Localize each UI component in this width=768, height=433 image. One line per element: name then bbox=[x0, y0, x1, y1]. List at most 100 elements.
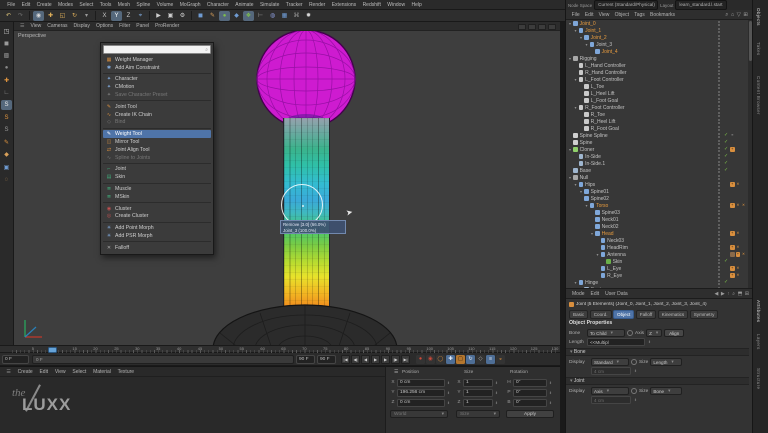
rotate-icon[interactable]: ↻ bbox=[69, 11, 80, 21]
xp-tag-icon[interactable]: + bbox=[730, 266, 735, 271]
view-options-icon[interactable] bbox=[548, 24, 556, 30]
goto-end-button[interactable]: ▶| bbox=[401, 355, 410, 364]
document-end-field[interactable]: 90 F bbox=[317, 355, 336, 364]
bone-display-dropdown[interactable]: Standard▾ bbox=[591, 358, 629, 366]
enabled-check-icon[interactable]: ✓ bbox=[724, 167, 728, 174]
am-lock-icon[interactable]: ⬒ bbox=[738, 291, 743, 297]
enabled-check-icon[interactable]: ✓ bbox=[724, 258, 728, 265]
mograph-icon[interactable]: ❖ bbox=[243, 11, 254, 21]
range-end-field[interactable]: 90 F bbox=[296, 355, 315, 364]
om-home-icon[interactable]: ⌂ bbox=[731, 12, 734, 19]
prev-frame-button[interactable]: ◀ bbox=[361, 355, 370, 364]
last-tool-icon[interactable]: ▾ bbox=[81, 11, 92, 21]
bone-dropdown[interactable]: To Child▾ bbox=[587, 329, 625, 337]
rotation-h-field[interactable]: 0° bbox=[513, 379, 547, 387]
undo-icon[interactable]: ↶ bbox=[3, 11, 14, 21]
x-tag-icon[interactable]: ✕ bbox=[736, 273, 741, 278]
position-x-field[interactable]: 0 cm bbox=[397, 379, 445, 387]
menu-simulate[interactable]: Simulate bbox=[257, 0, 283, 10]
x-tag-icon[interactable]: ✕ bbox=[736, 266, 741, 271]
tree-row-rigging[interactable]: ▾Rigging bbox=[566, 55, 749, 62]
am-up-icon[interactable]: ↑ bbox=[727, 291, 730, 297]
current-frame-field[interactable]: 0 F bbox=[2, 355, 29, 364]
stepper-icon[interactable]: ⬍ bbox=[447, 391, 450, 395]
timeline-ruler[interactable]: 5101520253035404550556065707580859095100… bbox=[0, 345, 560, 353]
expand-arrow-icon[interactable]: ▾ bbox=[575, 28, 579, 33]
side-tab-objects[interactable]: Objects bbox=[756, 8, 761, 26]
expand-arrow-icon[interactable]: ▾ bbox=[586, 203, 590, 208]
mesh-icon[interactable]: ▣ bbox=[1, 162, 12, 172]
menu-item-bind[interactable]: ◇Bind bbox=[103, 119, 211, 127]
menu-help[interactable]: Help bbox=[408, 0, 425, 10]
viewport-menu-view[interactable]: View bbox=[27, 23, 44, 29]
om-search-icon[interactable]: ⌕ bbox=[725, 12, 728, 19]
polygons-mode-icon[interactable]: S bbox=[1, 125, 12, 135]
xp-tag-icon[interactable]: + bbox=[730, 245, 735, 250]
om-menu-tags[interactable]: Tags bbox=[632, 12, 648, 18]
tree-row-r-heel-lift[interactable]: R_Heel Lift bbox=[566, 118, 749, 125]
bone-display-lock-icon[interactable] bbox=[631, 359, 637, 365]
preview-range-slider[interactable]: 0 F bbox=[32, 355, 294, 364]
tree-row-neck03[interactable]: Neck03 bbox=[566, 237, 749, 244]
menu-item-cluster[interactable]: ◉Cluster bbox=[103, 205, 211, 213]
menu-item-mirror-tool[interactable]: ◫Mirror Tool bbox=[103, 138, 211, 146]
axis-lock-icon[interactable]: ∟ bbox=[1, 88, 12, 98]
tree-row-r-foot-controller[interactable]: ▾R_Foot Controller bbox=[566, 104, 749, 111]
record-rotation-toggle[interactable]: ↻ bbox=[466, 355, 475, 364]
menu-tools[interactable]: Tools bbox=[97, 0, 115, 10]
tree-row-l-hand-controller[interactable]: L_Hand Controller bbox=[566, 62, 749, 69]
enabled-check-icon[interactable]: ✓ bbox=[724, 132, 728, 139]
position-z-field[interactable]: 0 cm bbox=[397, 399, 445, 407]
view-toggle-icon[interactable] bbox=[538, 24, 546, 30]
menu-modes[interactable]: Modes bbox=[55, 0, 76, 10]
menu-item-create-ik-chain[interactable]: ∿Create IK Chain bbox=[103, 111, 211, 119]
side-tab-content-browser[interactable]: Content Browser bbox=[756, 76, 761, 115]
tree-row-l-eye[interactable]: L_Eye+✕ bbox=[566, 265, 749, 272]
xp-tag-icon[interactable]: + bbox=[730, 147, 735, 152]
menu-item-add-aim-constraint[interactable]: ✱Add Aim Constraint bbox=[103, 64, 211, 72]
render-view-icon[interactable]: ▶ bbox=[153, 11, 164, 21]
goto-start-button[interactable]: |◀ bbox=[341, 355, 350, 364]
menu-tracker[interactable]: Tracker bbox=[283, 0, 306, 10]
x-tag-icon[interactable]: ✕ bbox=[741, 203, 746, 208]
xp-tag-icon[interactable]: + bbox=[730, 231, 735, 236]
x-tag-icon[interactable]: ✕ bbox=[736, 182, 741, 187]
stepper-icon[interactable]: ⬍ bbox=[549, 401, 552, 405]
stepper-icon[interactable]: ⬍ bbox=[549, 381, 552, 385]
tree-row-r-toe[interactable]: R_Toe bbox=[566, 111, 749, 118]
stepper-icon[interactable]: ⬍ bbox=[495, 381, 498, 385]
menu-search-input[interactable]: ⌕ bbox=[103, 45, 211, 54]
tree-row-joint-0[interactable]: ▾Joint_0 bbox=[566, 20, 749, 27]
workplane-mode-icon[interactable]: ● bbox=[1, 63, 12, 73]
x-tag-icon[interactable]: ✕ bbox=[741, 252, 746, 257]
expand-arrow-icon[interactable]: ▾ bbox=[575, 77, 579, 82]
material-menu-edit[interactable]: Edit bbox=[36, 369, 51, 375]
size-x-field[interactable]: 1 bbox=[463, 379, 493, 387]
menu-item-create-cluster[interactable]: ◎Create Cluster bbox=[103, 213, 211, 221]
move-icon[interactable]: ✚ bbox=[45, 11, 56, 21]
record-position-toggle[interactable]: ✚ bbox=[446, 355, 455, 364]
camera-icon[interactable]: ⌘ bbox=[291, 11, 302, 21]
am-menu-mode[interactable]: Mode bbox=[569, 291, 588, 297]
stepper-icon[interactable]: ⬍ bbox=[447, 381, 450, 385]
menu-item-spline-to-joints[interactable]: ∿Spline to Joints bbox=[103, 154, 211, 162]
tab-coord[interactable]: Coord. bbox=[590, 310, 612, 319]
tree-row-joint-1[interactable]: ▾Joint_1 bbox=[566, 27, 749, 34]
tree-row-headrim[interactable]: HeadRim+✕ bbox=[566, 244, 749, 251]
enabled-check-icon[interactable]: ✓ bbox=[724, 279, 728, 286]
lock-x-icon[interactable]: X bbox=[99, 11, 110, 21]
tree-row-spine-spline[interactable]: Spine Spline✓≡ bbox=[566, 132, 749, 139]
am-menu-edit[interactable]: Edit bbox=[588, 291, 603, 297]
expand-arrow-icon[interactable]: ▾ bbox=[575, 182, 579, 187]
single-view-icon[interactable] bbox=[518, 24, 526, 30]
four-view-icon[interactable] bbox=[528, 24, 536, 30]
viewport-menu-cameras[interactable]: Cameras bbox=[44, 23, 70, 29]
record-parameter-toggle[interactable]: ◇ bbox=[476, 355, 485, 364]
menu-item-mskin[interactable]: ≣MSkin bbox=[103, 193, 211, 201]
size-z-field[interactable]: 1 bbox=[463, 399, 493, 407]
xp-tag-icon[interactable]: + bbox=[730, 203, 735, 208]
record-scale-toggle[interactable]: ▢ bbox=[456, 355, 465, 364]
viewport-menu-options[interactable]: Options bbox=[93, 23, 116, 29]
om-menu-object[interactable]: Object bbox=[612, 12, 632, 18]
enabled-check-icon[interactable]: ✓ bbox=[724, 160, 728, 167]
